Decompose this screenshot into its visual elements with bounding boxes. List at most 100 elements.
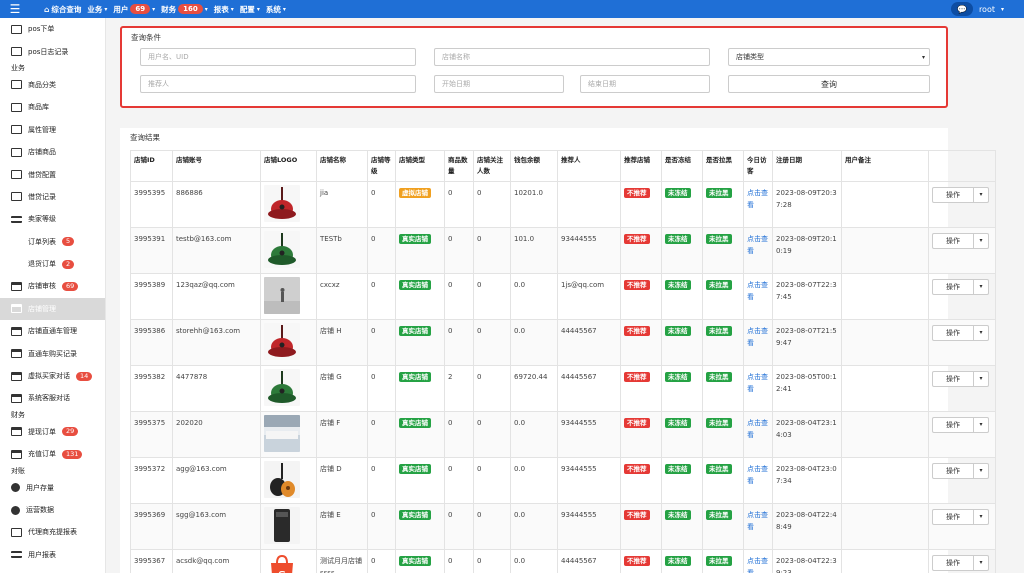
operation-button[interactable]: 操作 <box>932 233 974 249</box>
topnav-item[interactable]: ⌂ 综合查询 <box>44 4 81 15</box>
frozen-tag[interactable]: 未冻结 <box>665 418 691 428</box>
sidebar-item[interactable]: 用户存量 <box>0 476 105 498</box>
chat-icon[interactable]: 💬 <box>950 2 973 16</box>
user-name[interactable]: root <box>979 5 995 14</box>
blacklist-tag[interactable]: 未拉黑 <box>706 326 732 336</box>
view-visitors-link[interactable]: 点击查看 <box>747 465 768 485</box>
sidebar-item[interactable]: 店铺管理 <box>0 297 105 321</box>
caret-down-icon[interactable]: ▾ <box>974 509 989 525</box>
recommend-tag[interactable]: 不推荐 <box>624 188 650 198</box>
shop-logo-image[interactable] <box>264 369 300 406</box>
sidebar-item[interactable]: 系统客服对话 <box>0 387 105 409</box>
sidebar-item[interactable]: pos日志记录 <box>0 40 105 62</box>
caret-down-icon[interactable]: ▾ <box>974 233 989 249</box>
shop-logo-image[interactable] <box>264 185 300 222</box>
recommend-tag[interactable]: 不推荐 <box>624 510 650 520</box>
topnav-item[interactable]: 业务 ▾ <box>87 4 107 15</box>
recommend-tag[interactable]: 不推荐 <box>624 372 650 382</box>
view-visitors-link[interactable]: 点击查看 <box>747 235 768 255</box>
operation-button[interactable]: 操作 <box>932 417 974 433</box>
blacklist-tag[interactable]: 未拉黑 <box>706 372 732 382</box>
shop-logo-image[interactable] <box>264 277 300 314</box>
topnav-item[interactable]: 报表 ▾ <box>214 4 234 15</box>
blacklist-tag[interactable]: 未拉黑 <box>706 418 732 428</box>
shop-type-select[interactable]: 店铺类型 ▾ <box>728 48 930 66</box>
sidebar-item[interactable]: 商品分类 <box>0 74 105 96</box>
topnav-item[interactable]: 财务 160 ▾ <box>161 4 208 15</box>
operation-button[interactable]: 操作 <box>932 463 974 479</box>
shop-logo-image[interactable] <box>264 323 300 360</box>
frozen-tag[interactable]: 未冻结 <box>665 234 691 244</box>
sidebar-item[interactable]: 店铺直通车管理 <box>0 320 105 342</box>
view-visitors-link[interactable]: 点击查看 <box>747 511 768 531</box>
blacklist-tag[interactable]: 未拉黑 <box>706 234 732 244</box>
chevron-down-icon[interactable]: ▾ <box>1001 6 1004 13</box>
frozen-tag[interactable]: 未冻结 <box>665 188 691 198</box>
sidebar-item[interactable]: 借贷记录 <box>0 186 105 208</box>
sidebar-item[interactable]: 卖家等级 <box>0 208 105 230</box>
view-visitors-link[interactable]: 点击查看 <box>747 327 768 347</box>
sidebar-item[interactable]: 店铺商品 <box>0 141 105 163</box>
sidebar-item[interactable]: 商品库 <box>0 96 105 118</box>
blacklist-tag[interactable]: 未拉黑 <box>706 188 732 198</box>
sidebar-item[interactable]: 店铺审核 69 <box>0 275 105 297</box>
view-visitors-link[interactable]: 点击查看 <box>747 557 768 573</box>
sidebar-item[interactable]: 提现订单 29 <box>0 421 105 443</box>
topnav-item[interactable]: 系统 ▾ <box>266 4 286 15</box>
recommend-tag[interactable]: 不推荐 <box>624 234 650 244</box>
caret-down-icon[interactable]: ▾ <box>974 371 989 387</box>
operation-button[interactable]: 操作 <box>932 371 974 387</box>
view-visitors-link[interactable]: 点击查看 <box>747 373 768 393</box>
topnav-item[interactable]: 配置 ▾ <box>240 4 260 15</box>
operation-button[interactable]: 操作 <box>932 555 974 571</box>
frozen-tag[interactable]: 未冻结 <box>665 372 691 382</box>
blacklist-tag[interactable]: 未拉黑 <box>706 556 732 566</box>
caret-down-icon[interactable]: ▾ <box>974 417 989 433</box>
shop-logo-image[interactable] <box>264 231 300 268</box>
sidebar-item[interactable]: 虚拟买家对话 14 <box>0 365 105 387</box>
shop-logo-image[interactable] <box>264 507 300 544</box>
caret-down-icon[interactable]: ▾ <box>974 463 989 479</box>
operation-button[interactable]: 操作 <box>932 509 974 525</box>
sidebar-item[interactable]: 订单列表 5 <box>0 231 105 253</box>
shop-logo-image[interactable]: S <box>264 553 300 573</box>
end-date-input[interactable]: 结束日期 <box>580 75 710 93</box>
shop-logo-image[interactable] <box>264 415 300 452</box>
query-button[interactable]: 查询 <box>728 75 930 93</box>
sidebar-item[interactable]: 退货订单 2 <box>0 253 105 275</box>
referrer-input[interactable]: 推荐人 <box>140 75 416 93</box>
shop-name-input[interactable]: 店铺名称 <box>434 48 710 66</box>
sidebar-item[interactable]: 用户报表 <box>0 544 105 566</box>
view-visitors-link[interactable]: 点击查看 <box>747 419 768 439</box>
sidebar-item[interactable]: pos下单 <box>0 18 105 40</box>
start-date-input[interactable]: 开始日期 <box>434 75 564 93</box>
sidebar-item[interactable]: 运营数据 <box>0 499 105 521</box>
recommend-tag[interactable]: 不推荐 <box>624 280 650 290</box>
blacklist-tag[interactable]: 未拉黑 <box>706 464 732 474</box>
recommend-tag[interactable]: 不推荐 <box>624 326 650 336</box>
recommend-tag[interactable]: 不推荐 <box>624 556 650 566</box>
frozen-tag[interactable]: 未冻结 <box>665 464 691 474</box>
caret-down-icon[interactable]: ▾ <box>974 325 989 341</box>
view-visitors-link[interactable]: 点击查看 <box>747 281 768 301</box>
operation-button[interactable]: 操作 <box>932 279 974 295</box>
frozen-tag[interactable]: 未冻结 <box>665 556 691 566</box>
caret-down-icon[interactable]: ▾ <box>974 279 989 295</box>
operation-button[interactable]: 操作 <box>932 187 974 203</box>
sidebar-item[interactable]: 直通车购买记录 <box>0 342 105 364</box>
frozen-tag[interactable]: 未冻结 <box>665 326 691 336</box>
shop-logo-image[interactable] <box>264 461 300 498</box>
blacklist-tag[interactable]: 未拉黑 <box>706 510 732 520</box>
sidebar-item[interactable]: 充值订单 131 <box>0 443 105 465</box>
blacklist-tag[interactable]: 未拉黑 <box>706 280 732 290</box>
recommend-tag[interactable]: 不推荐 <box>624 464 650 474</box>
sidebar-item[interactable]: 借贷配置 <box>0 163 105 185</box>
username-input[interactable]: 用户名、UID <box>140 48 416 66</box>
view-visitors-link[interactable]: 点击查看 <box>747 189 768 209</box>
operation-button[interactable]: 操作 <box>932 325 974 341</box>
sidebar-item[interactable]: 代理商充提报表 <box>0 521 105 543</box>
sidebar-item[interactable]: 属性管理 <box>0 119 105 141</box>
recommend-tag[interactable]: 不推荐 <box>624 418 650 428</box>
frozen-tag[interactable]: 未冻结 <box>665 280 691 290</box>
caret-down-icon[interactable]: ▾ <box>974 187 989 203</box>
